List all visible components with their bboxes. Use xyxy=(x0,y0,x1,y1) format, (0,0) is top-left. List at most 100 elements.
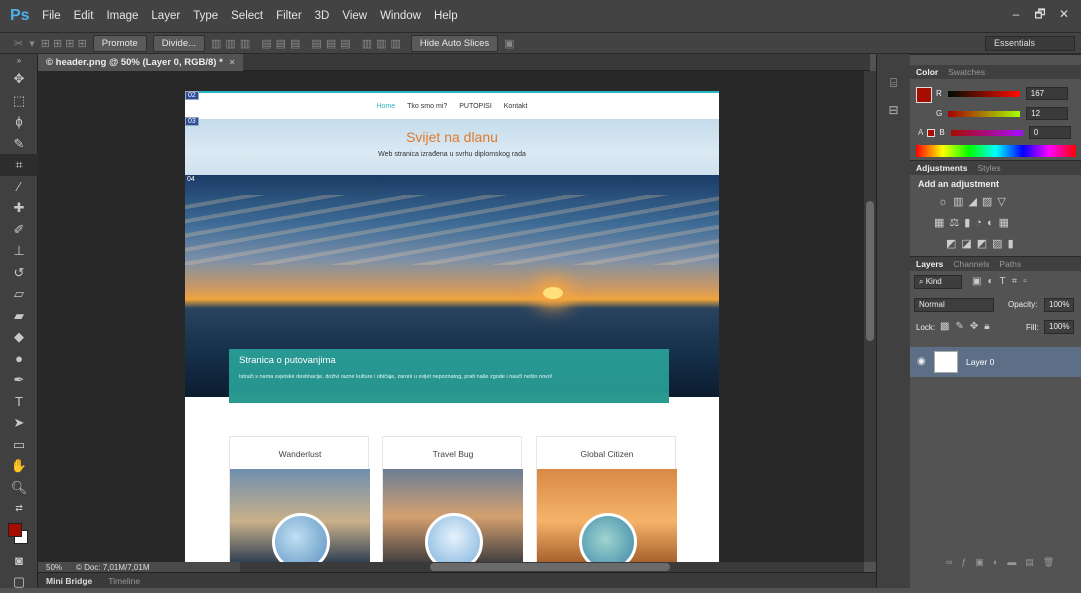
green-value[interactable]: 12 xyxy=(1026,107,1069,120)
horizontal-scrollbar[interactable] xyxy=(240,562,864,572)
quick-mask-icon[interactable]: ◙ xyxy=(0,550,38,572)
menu-type[interactable]: Type xyxy=(187,10,225,22)
menu-filter[interactable]: Filter xyxy=(270,10,309,22)
hide-auto-slices-button[interactable]: Hide Auto Slices xyxy=(410,34,499,52)
tab-swatches[interactable]: Swatches xyxy=(948,67,985,77)
fill-input[interactable]: 100% xyxy=(1044,320,1074,334)
visibility-eye-icon[interactable]: ◉ xyxy=(917,356,926,367)
menu-view[interactable]: View xyxy=(336,10,374,22)
menu-image[interactable]: Image xyxy=(100,10,145,22)
quick-select-tool-icon[interactable]: ✎ xyxy=(0,133,38,155)
healing-tool-icon[interactable]: ✚ xyxy=(0,197,38,219)
nav-contact: Kontakt xyxy=(503,102,528,110)
blend-mode-select[interactable]: Normal xyxy=(914,298,994,312)
layers-footer-icons[interactable]: ∞ƒ▣◐▬▤🗑︎ xyxy=(946,557,1063,568)
tab-color[interactable]: Color xyxy=(916,67,938,77)
slice-label-02[interactable]: 02 xyxy=(185,91,199,100)
menu-window[interactable]: Window xyxy=(374,10,428,22)
scroll-thumb[interactable] xyxy=(430,563,670,571)
color-panel: Color Swatches R 167 G 12 A B0 xyxy=(910,54,1081,158)
tab-layers[interactable]: Layers xyxy=(916,259,943,269)
divide-button[interactable]: Divide... xyxy=(152,34,206,52)
menu-layer[interactable]: Layer xyxy=(145,10,187,22)
slice-label-03[interactable]: 03 xyxy=(185,117,199,126)
card-image xyxy=(537,469,677,562)
slice-mode-icon[interactable]: ⊞ ⊞ ⊞ ⊞ xyxy=(41,37,87,50)
minimize-icon[interactable]: – xyxy=(1005,4,1027,24)
close-icon[interactable]: ✕ xyxy=(1053,4,1075,24)
eyedropper-tool-icon[interactable]: ⁄ xyxy=(0,176,38,198)
hand-tool-icon[interactable]: ✋ xyxy=(0,455,38,477)
stamp-tool-icon[interactable]: ⊥ xyxy=(0,240,38,262)
tab-mini-bridge[interactable]: Mini Bridge xyxy=(38,576,100,586)
brush-tool-icon[interactable]: ✐ xyxy=(0,219,38,241)
lasso-tool-icon[interactable]: ϕ xyxy=(0,111,38,133)
tab-timeline[interactable]: Timeline xyxy=(100,576,148,586)
menu-3d[interactable]: 3D xyxy=(308,10,336,22)
properties-icon[interactable]: ⊟ xyxy=(877,103,910,117)
blue-slider-row[interactable]: A B0 xyxy=(918,126,1071,139)
adjustment-icons-row-3[interactable]: ◩◪◩▨▮ xyxy=(946,237,1019,250)
slice-label-04[interactable]: 04 xyxy=(185,176,197,183)
card-title: Global Citizen xyxy=(580,449,634,459)
adjustments-panel: Adjustments Styles Add an adjustment ☼▥◢… xyxy=(910,160,1081,254)
align-icons[interactable]: ▥▥▥ ▤▤▤ ▤▤▤ ▥▥▥ xyxy=(211,37,405,50)
vertical-scrollbar[interactable] xyxy=(864,71,876,562)
move-tool-icon[interactable]: ✥ xyxy=(0,68,38,90)
gradient-tool-icon[interactable]: ▰ xyxy=(0,305,38,327)
adjustment-icons-row-2[interactable]: ▦⚖▮◔◐▦ xyxy=(934,216,1014,229)
tab-styles[interactable]: Styles xyxy=(977,163,1000,173)
foreground-color-swatch[interactable] xyxy=(8,522,22,537)
history-icon[interactable]: ⌸ xyxy=(877,76,910,91)
document-tab[interactable]: © header.png @ 50% (Layer 0, RGB/8) * × xyxy=(38,54,243,71)
tab-channels[interactable]: Channels xyxy=(953,259,989,269)
dropdown-arrow-icon[interactable]: ▾ xyxy=(29,37,35,50)
crop-tool-icon[interactable]: ⌗ xyxy=(0,154,38,176)
swap-colors-icon[interactable]: ⇄ xyxy=(0,498,38,520)
pen-tool-icon[interactable]: ✒ xyxy=(0,369,38,391)
path-select-tool-icon[interactable]: ➤ xyxy=(0,412,38,434)
opacity-input[interactable]: 100% xyxy=(1044,298,1074,312)
promote-button[interactable]: Promote xyxy=(92,34,147,52)
zoom-level[interactable]: 50% xyxy=(46,563,62,572)
tab-adjustments[interactable]: Adjustments xyxy=(916,163,967,173)
green-slider-row[interactable]: G 12 xyxy=(936,107,1069,120)
workspace-select[interactable]: Essentials xyxy=(985,36,1075,51)
layer-filter-icons[interactable]: ▣◐T⌗▫ xyxy=(972,276,1033,287)
canvas-area[interactable]: Home Tko smo mi? PUTOPISI Kontakt Svijet… xyxy=(38,71,864,562)
zoom-tool-icon[interactable]: 🔍︎ xyxy=(0,477,38,499)
red-slider-row[interactable]: R 167 xyxy=(936,87,1068,100)
eraser-tool-icon[interactable]: ▱ xyxy=(0,283,38,305)
slice-options-icon[interactable]: ▣ xyxy=(504,37,514,50)
marquee-tool-icon[interactable]: ⬚ xyxy=(0,90,38,112)
menu-file[interactable]: File xyxy=(36,10,68,22)
color-swatches[interactable] xyxy=(0,520,38,550)
slice-tool-icon[interactable]: ✂ xyxy=(14,37,23,50)
color-spectrum[interactable] xyxy=(916,145,1076,157)
close-tab-icon[interactable]: × xyxy=(229,57,235,68)
menu-help[interactable]: Help xyxy=(427,10,464,22)
red-value[interactable]: 167 xyxy=(1025,87,1068,100)
dodge-tool-icon[interactable]: ● xyxy=(0,348,38,370)
screen-mode-icon[interactable]: ▢ xyxy=(0,571,38,593)
blue-value[interactable]: 0 xyxy=(1028,126,1071,139)
type-tool-icon[interactable]: T xyxy=(0,391,38,413)
layer-filter-kind[interactable]: ⌕ Kind xyxy=(914,275,962,289)
tab-paths[interactable]: Paths xyxy=(999,259,1021,269)
history-brush-tool-icon[interactable]: ↺ xyxy=(0,262,38,284)
document-canvas[interactable]: Home Tko smo mi? PUTOPISI Kontakt Svijet… xyxy=(185,91,719,562)
color-panel-tabs: Color Swatches xyxy=(910,65,1081,79)
layer-row[interactable]: ◉ Layer 0 xyxy=(910,347,1081,377)
layer-name[interactable]: Layer 0 xyxy=(966,357,994,367)
blur-tool-icon[interactable]: ◆ xyxy=(0,326,38,348)
adjustment-icons-row-1[interactable]: ☼▥◢▨▽ xyxy=(938,195,1011,208)
foreground-swatch[interactable] xyxy=(916,87,932,103)
shape-tool-icon[interactable]: ▭ xyxy=(0,434,38,456)
restore-icon[interactable]: 🗗 xyxy=(1029,4,1051,24)
scroll-thumb[interactable] xyxy=(866,201,874,341)
menu-edit[interactable]: Edit xyxy=(67,10,100,22)
panel-collapse-icon[interactable]: » xyxy=(0,54,38,68)
menu-select[interactable]: Select xyxy=(225,10,270,22)
options-bar: ✂ ▾ ⊞ ⊞ ⊞ ⊞ Promote Divide... ▥▥▥ ▤▤▤ ▤▤… xyxy=(0,32,1081,54)
lock-icons[interactable]: ▩✎✥🔒︎ xyxy=(940,321,996,332)
